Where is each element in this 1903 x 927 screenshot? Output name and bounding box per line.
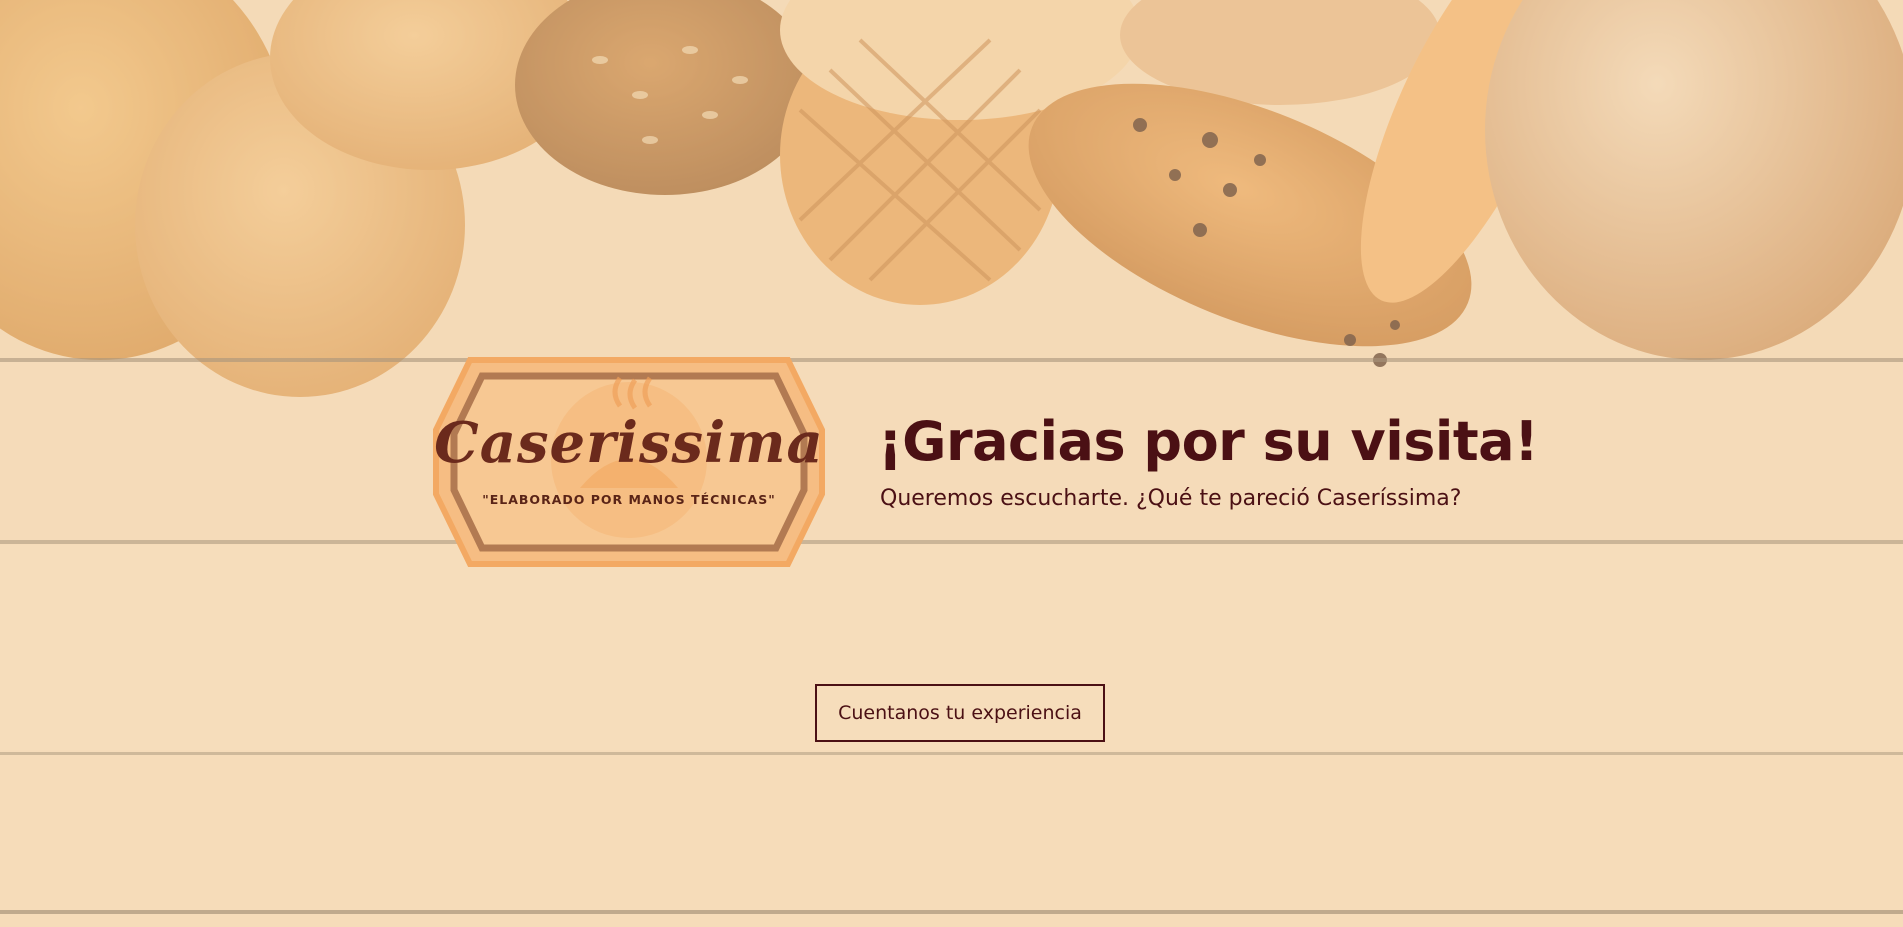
caserissima-logo: Caserissima "ELABORADO POR MANOS TÉCNICA… bbox=[430, 350, 828, 574]
share-experience-button[interactable]: Cuentanos tu experiencia bbox=[815, 684, 1105, 742]
page-title: ¡Gracias por su visita! bbox=[878, 410, 1539, 473]
page-subtitle: Queremos escucharte. ¿Qué te pareció Cas… bbox=[880, 486, 1462, 511]
logo-tagline: "ELABORADO POR MANOS TÉCNICAS" bbox=[482, 492, 776, 507]
logo-wordmark: Caserissima bbox=[434, 410, 824, 476]
